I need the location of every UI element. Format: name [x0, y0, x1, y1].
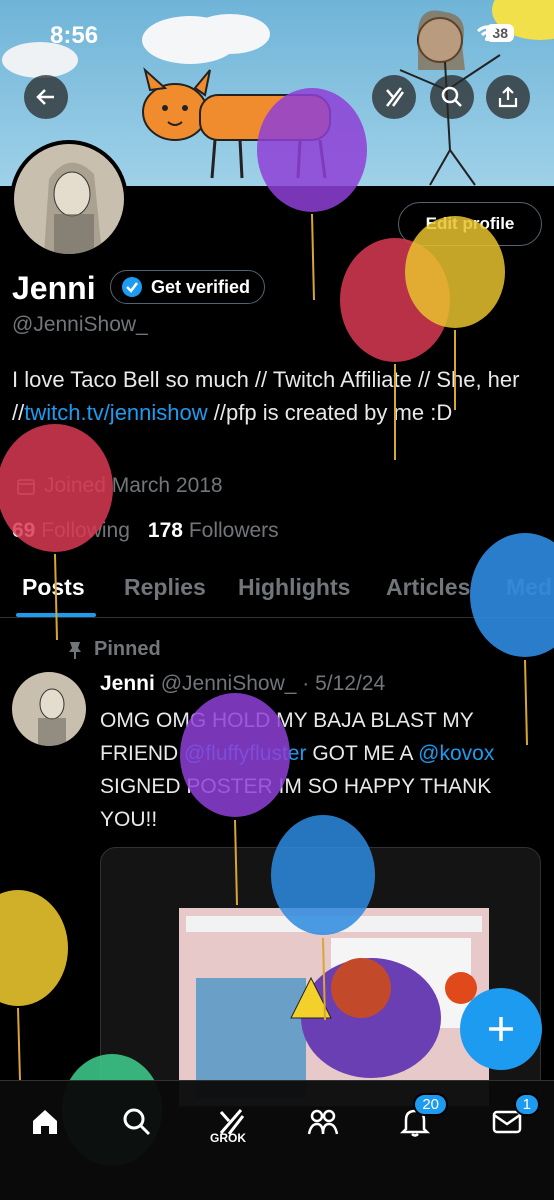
post-text-2: GOT ME A — [306, 742, 419, 765]
pinned-label: Pinned — [94, 638, 161, 660]
balloon-yellow-left — [0, 890, 68, 1081]
followers-count: 178 — [147, 519, 183, 542]
mention-fluffyfluster[interactable]: @fluffyfluster — [184, 742, 306, 765]
communities-icon — [307, 1109, 339, 1135]
nav-communities[interactable] — [300, 1099, 346, 1145]
notifications-badge: 20 — [413, 1093, 448, 1116]
verified-badge-icon — [122, 277, 142, 297]
tab-articles[interactable]: Articles — [386, 574, 470, 601]
back-button[interactable] — [24, 75, 68, 119]
post-header: Jenni @JenniShow_ · 5/12/24 — [100, 672, 385, 696]
get-verified-label: Get verified — [151, 276, 251, 297]
get-verified-button[interactable]: Get verified — [110, 270, 266, 304]
nav-notifications[interactable]: 20 — [392, 1093, 448, 1145]
avatar-drawing — [44, 162, 102, 254]
active-tab-indicator — [16, 613, 96, 617]
profile-avatar[interactable] — [10, 140, 128, 258]
share-icon — [498, 86, 518, 108]
profile-tabs: Posts Replies Highlights Articles Med — [0, 562, 554, 618]
post-text-3: SIGNED POSTER IM SO HAPPY THANK YOU!! — [100, 775, 492, 831]
post-avatar[interactable] — [12, 672, 86, 746]
messages-badge: 1 — [513, 1093, 540, 1116]
tab-media[interactable]: Med — [506, 574, 552, 601]
search-icon — [441, 86, 462, 107]
search-icon — [123, 1108, 151, 1136]
profile-bio: I love Taco Bell so much // Twitch Affil… — [12, 363, 542, 429]
search-button[interactable] — [430, 75, 474, 119]
pinned-indicator: Pinned — [66, 638, 161, 661]
follow-stats: 69 Following 178 Followers — [12, 519, 279, 543]
calendar-icon — [17, 479, 35, 495]
home-icon — [33, 1110, 57, 1134]
plus-icon — [489, 1017, 513, 1041]
tab-highlights[interactable]: Highlights — [238, 574, 350, 601]
post-text: OMG OMG HOLD MY BAJA BLAST MY FRIEND @fl… — [100, 704, 540, 836]
post-author[interactable]: Jenni — [100, 672, 155, 695]
compose-button[interactable] — [460, 988, 542, 1070]
grok-icon — [386, 87, 405, 107]
mention-kovox[interactable]: @kovox — [418, 742, 494, 765]
status-time: 8:56 — [50, 22, 99, 49]
following-count: 69 — [12, 519, 36, 542]
profile-name: Jenni — [12, 270, 96, 306]
nav-home[interactable] — [22, 1099, 68, 1145]
bio-text-end: //pfp is created by me :D — [207, 400, 453, 425]
followers-label: Followers — [188, 519, 279, 542]
poster-image — [179, 908, 489, 1106]
post-image[interactable] — [100, 847, 541, 1107]
followers-link[interactable]: 178 Followers — [148, 519, 279, 543]
share-button[interactable] — [486, 75, 530, 119]
following-link[interactable]: 69 Following — [12, 519, 130, 543]
status-bar: 8:56 38 — [0, 0, 554, 70]
tab-posts[interactable]: Posts — [22, 574, 85, 601]
nav-search[interactable] — [114, 1099, 160, 1145]
grok-label: GROK — [210, 1131, 246, 1145]
grok-button[interactable] — [372, 75, 416, 119]
joined-date: Joined March 2018 — [16, 474, 223, 498]
nav-messages[interactable]: 1 — [484, 1093, 540, 1145]
bio-link[interactable]: twitch.tv/jennishow — [24, 400, 207, 425]
bottom-nav: GROK 20 1 — [0, 1080, 554, 1200]
following-label: Following — [41, 519, 130, 542]
post-handle-date: @JenniShow_ · 5/12/24 — [160, 672, 386, 695]
avatar-drawing-small — [38, 688, 66, 746]
tab-replies[interactable]: Replies — [124, 574, 206, 601]
edit-profile-button[interactable]: Edit profile — [398, 202, 542, 246]
joined-label: Joined March 2018 — [44, 474, 223, 497]
arrow-left-icon — [36, 89, 54, 105]
pin-icon — [69, 641, 81, 659]
profile-handle: @JenniShow_ — [12, 313, 148, 336]
